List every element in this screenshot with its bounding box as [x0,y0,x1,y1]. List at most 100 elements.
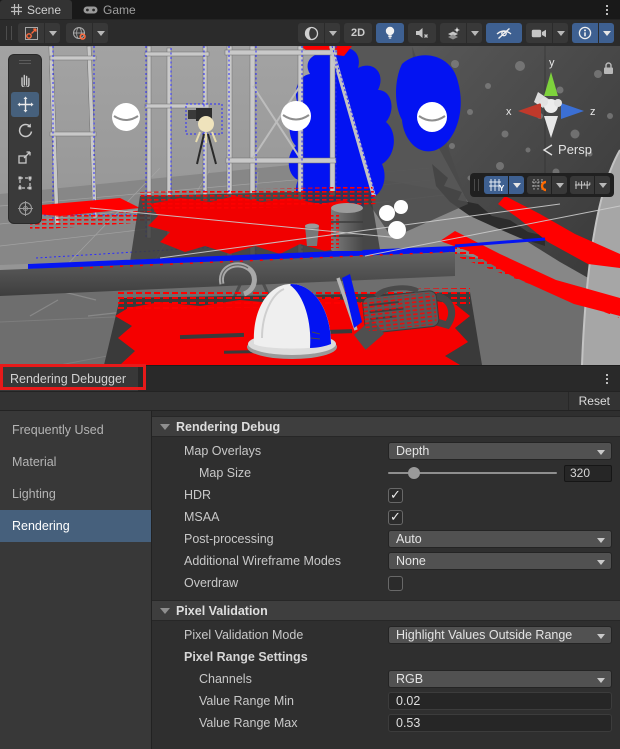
scene-lighting-toggle[interactable] [376,23,404,43]
combined-transform-icon [17,200,34,217]
value-range-min-label: Value Range Min [184,694,388,708]
effects-layers-icon [446,26,461,40]
sidebar-item-frequently-used[interactable]: Frequently Used [0,414,151,446]
value-range-max-field[interactable]: 0.53 [388,714,612,732]
slider-thumb[interactable] [408,467,420,479]
lightbulb-icon [384,26,396,40]
scene-toolbar: 2D [0,19,620,46]
channels-label: Channels [184,672,388,686]
tool-palette-drag-handle[interactable] [11,57,39,66]
shading-mode-button[interactable] [298,23,324,43]
grid-snap-toolbar: Y [470,173,614,197]
unity-editor-window: Scene Game [0,0,620,749]
overlay-info-dropdown[interactable] [599,23,614,43]
hand-tool-button[interactable] [11,66,39,91]
camera-dropdown[interactable] [553,23,568,43]
sidebar-item-lighting[interactable]: Lighting [0,478,151,510]
overdraw-checkbox[interactable] [388,576,403,591]
grid-visibility-dropdown[interactable] [509,176,524,194]
value-range-min-field[interactable]: 0.02 [388,692,612,710]
rendering-debugger-panel: Rendering Debugger Reset Frequently Used… [0,365,620,749]
hidden-objects-toggle[interactable] [486,23,522,43]
map-size-value-field[interactable]: 320 [564,465,612,482]
reset-button[interactable]: Reset [568,392,620,410]
move-tool-button[interactable] [11,92,39,117]
tool-settings-group [18,23,60,43]
msaa-label: MSAA [184,510,388,524]
msaa-checkbox[interactable] [388,510,403,525]
effects-dropdown[interactable] [467,23,482,43]
tab-game[interactable]: Game [72,0,147,19]
grid-icon [11,4,22,15]
section-title: Rendering Debug [176,420,280,434]
camera-settings-button[interactable] [526,23,552,43]
grid-toolbar-drag-handle[interactable] [474,179,479,191]
tab-rendering-debugger[interactable]: Rendering Debugger [0,366,138,391]
grid-snapping-group [527,176,567,194]
tab-scene[interactable]: Scene [0,0,72,19]
2d-toggle-button[interactable]: 2D [344,23,372,43]
foldout-triangle-icon[interactable] [160,608,170,614]
post-processing-dropdown[interactable]: Auto [388,530,612,548]
row-map-size: Map Size 320 [152,462,620,484]
shading-mode-dropdown[interactable] [325,23,340,43]
rotate-tool-button[interactable] [11,118,39,143]
section-rendering-debug[interactable]: Rendering Debug [152,416,620,437]
foldout-triangle-icon[interactable] [160,424,170,430]
grid-visibility-button[interactable]: Y [484,176,508,194]
globe-dropdown[interactable] [93,23,108,43]
debugger-tab-label: Rendering Debugger [10,372,126,386]
grid-snapping-button[interactable] [527,176,551,194]
transform-tool-button[interactable] [11,196,39,221]
svg-text:Y: Y [499,184,505,192]
scene-viewport[interactable]: y x z Persp Y [0,46,620,365]
channels-dropdown[interactable]: RGB [388,670,612,688]
gamepad-icon [83,5,98,15]
hdr-checkbox[interactable] [388,488,403,503]
row-additional-wireframe: Additional Wireframe Modes None [152,550,620,572]
pivot-tool-dropdown[interactable] [45,23,60,43]
scene-view-tabbar: Scene Game [0,0,620,19]
rect-tool-button[interactable] [11,170,39,195]
scale-tool-button[interactable] [11,144,39,169]
map-overlays-dropdown[interactable]: Depth [388,442,612,460]
row-value-range-max: Value Range Max 0.53 [152,712,620,734]
section-pixel-validation[interactable]: Pixel Validation [152,600,620,621]
additional-wireframe-dropdown[interactable]: None [388,552,612,570]
snap-increment-button[interactable] [570,176,594,194]
scene-view-menu-kebab-icon[interactable] [602,4,612,16]
ruler-ticks-icon [574,178,591,192]
sidebar-item-rendering[interactable]: Rendering [0,510,151,542]
audio-toggle[interactable] [408,23,436,43]
effects-toggle[interactable] [440,23,466,43]
pixel-range-settings-label: Pixel Range Settings [184,650,612,664]
toolbar-drag-handle[interactable] [6,26,12,40]
overlay-info-button[interactable] [572,23,598,43]
globe-button[interactable] [66,23,92,43]
section-title: Pixel Validation [176,604,268,618]
globe-icon [72,26,87,41]
sidebar-item-material[interactable]: Material [0,446,151,478]
chevron-down-icon [599,183,607,188]
map-size-slider[interactable] [388,465,557,481]
row-map-overlays: Map Overlays Depth [152,440,620,462]
map-size-label: Map Size [184,466,388,480]
hdr-label: HDR [184,488,388,502]
grid-snapping-dropdown[interactable] [552,176,567,194]
snap-increment-dropdown[interactable] [595,176,610,194]
axis-y-label: y [549,57,555,69]
handle-orientation-group [66,23,108,43]
pivot-tool-button[interactable] [18,23,44,43]
rect-handles-icon [17,175,33,191]
shaded-sphere-icon [304,26,319,41]
tab-game-label: Game [103,3,136,17]
overdraw-label: Overdraw [184,576,388,590]
row-pixel-range-settings: Pixel Range Settings [152,646,620,668]
pixel-validation-mode-dropdown[interactable]: Highlight Values Outside Range [388,626,612,644]
orientation-gizmo[interactable]: y x z [496,54,606,166]
chevron-down-icon [97,31,105,36]
debugger-menu-kebab-icon[interactable] [602,373,612,385]
2d-label: 2D [351,27,365,39]
grid-visibility-group: Y [484,176,524,194]
lock-icon[interactable] [603,62,614,80]
